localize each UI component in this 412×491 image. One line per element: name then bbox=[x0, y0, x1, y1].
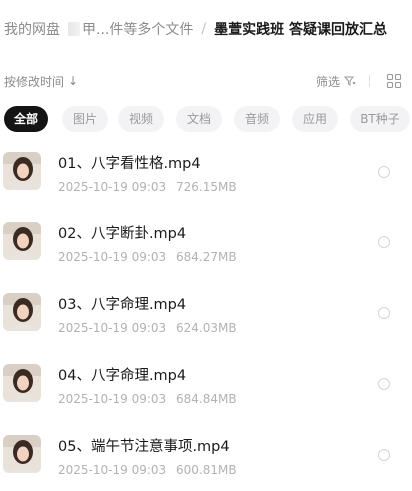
tab-all[interactable]: 全部 bbox=[4, 106, 48, 132]
file-size: 684.84MB bbox=[176, 392, 237, 406]
file-row[interactable]: 04、八字命理.mp4 2025-10-19 09:03 684.84MB bbox=[0, 350, 412, 420]
video-thumbnail bbox=[3, 222, 41, 260]
file-name: 04、八字命理.mp4 bbox=[58, 368, 187, 384]
file-meta: 2025-10-19 09:03 684.27MB bbox=[58, 250, 237, 264]
funnel-icon bbox=[344, 76, 356, 86]
file-name: 05、端午节注意事项.mp4 bbox=[58, 439, 230, 455]
breadcrumb: 我的网盘 甲...件等多个文件 / 墨萱实践班 答疑课回放汇总 bbox=[0, 0, 412, 58]
divider bbox=[369, 75, 370, 87]
breadcrumb-root[interactable]: 我的网盘 bbox=[4, 19, 60, 39]
breadcrumb-separator: / bbox=[201, 21, 207, 37]
breadcrumb-middle[interactable]: 甲...件等多个文件 bbox=[68, 19, 193, 39]
filter-label: 筛选 bbox=[315, 74, 340, 89]
blurred-text bbox=[68, 22, 80, 36]
file-time: 09:03 bbox=[131, 250, 167, 264]
select-radio[interactable] bbox=[378, 449, 390, 461]
file-meta: 2025-10-19 09:03 726.15MB bbox=[58, 180, 237, 194]
file-date: 2025-10-19 bbox=[58, 250, 128, 264]
file-row[interactable]: 05、端午节注意事项.mp4 2025-10-19 09:03 600.81MB bbox=[0, 421, 412, 491]
file-size: 624.03MB bbox=[176, 321, 237, 335]
tab-videos[interactable]: 视频 bbox=[118, 106, 164, 132]
select-radio[interactable] bbox=[378, 166, 390, 178]
select-radio[interactable] bbox=[378, 236, 390, 248]
filter-button[interactable]: 筛选 bbox=[316, 73, 356, 90]
breadcrumb-middle-label: 甲...件等多个文件 bbox=[82, 22, 194, 38]
file-time: 09:03 bbox=[131, 321, 167, 335]
file-name: 01、八字看性格.mp4 bbox=[58, 156, 201, 172]
file-size: 684.27MB bbox=[176, 250, 237, 264]
select-radio[interactable] bbox=[378, 307, 390, 319]
file-size: 600.81MB bbox=[176, 463, 237, 477]
file-date: 2025-10-19 bbox=[58, 392, 128, 406]
file-time: 09:03 bbox=[131, 180, 167, 194]
grid-view-icon[interactable] bbox=[386, 73, 402, 89]
video-thumbnail bbox=[3, 293, 41, 331]
file-time: 09:03 bbox=[131, 463, 167, 477]
breadcrumb-current: 墨萱实践班 答疑课回放汇总 bbox=[214, 22, 387, 38]
tab-images[interactable]: 图片 bbox=[62, 106, 108, 132]
file-meta: 2025-10-19 09:03 600.81MB bbox=[58, 463, 237, 477]
tab-audio[interactable]: 音频 bbox=[234, 106, 280, 132]
file-time: 09:03 bbox=[131, 392, 167, 406]
file-date: 2025-10-19 bbox=[58, 463, 128, 477]
file-date: 2025-10-19 bbox=[58, 180, 128, 194]
file-row[interactable]: 02、八字断卦.mp4 2025-10-19 09:03 684.27MB bbox=[0, 208, 412, 278]
file-size: 726.15MB bbox=[176, 180, 237, 194]
file-meta: 2025-10-19 09:03 624.03MB bbox=[58, 321, 237, 335]
file-meta: 2025-10-19 09:03 684.84MB bbox=[58, 392, 237, 406]
file-type-tabs: 全部 图片 视频 文档 音频 应用 BT种子 bbox=[0, 106, 412, 132]
select-radio[interactable] bbox=[378, 378, 390, 390]
file-name: 02、八字断卦.mp4 bbox=[58, 226, 187, 242]
video-thumbnail bbox=[3, 435, 41, 473]
sort-arrow-icon[interactable]: ↓ bbox=[68, 74, 78, 88]
file-name: 03、八字命理.mp4 bbox=[58, 297, 187, 313]
sort-button[interactable]: 按修改时间 bbox=[4, 73, 64, 90]
file-row[interactable]: 03、八字命理.mp4 2025-10-19 09:03 624.03MB bbox=[0, 279, 412, 349]
sort-bar: 按修改时间 ↓ 筛选 bbox=[0, 68, 412, 94]
tab-bt-torrents[interactable]: BT种子 bbox=[350, 106, 410, 132]
file-date: 2025-10-19 bbox=[58, 321, 128, 335]
tab-documents[interactable]: 文档 bbox=[176, 106, 222, 132]
video-thumbnail bbox=[3, 364, 41, 402]
tab-apps[interactable]: 应用 bbox=[292, 106, 338, 132]
file-row[interactable]: 01、八字看性格.mp4 2025-10-19 09:03 726.15MB bbox=[0, 138, 412, 208]
video-thumbnail bbox=[3, 152, 41, 190]
